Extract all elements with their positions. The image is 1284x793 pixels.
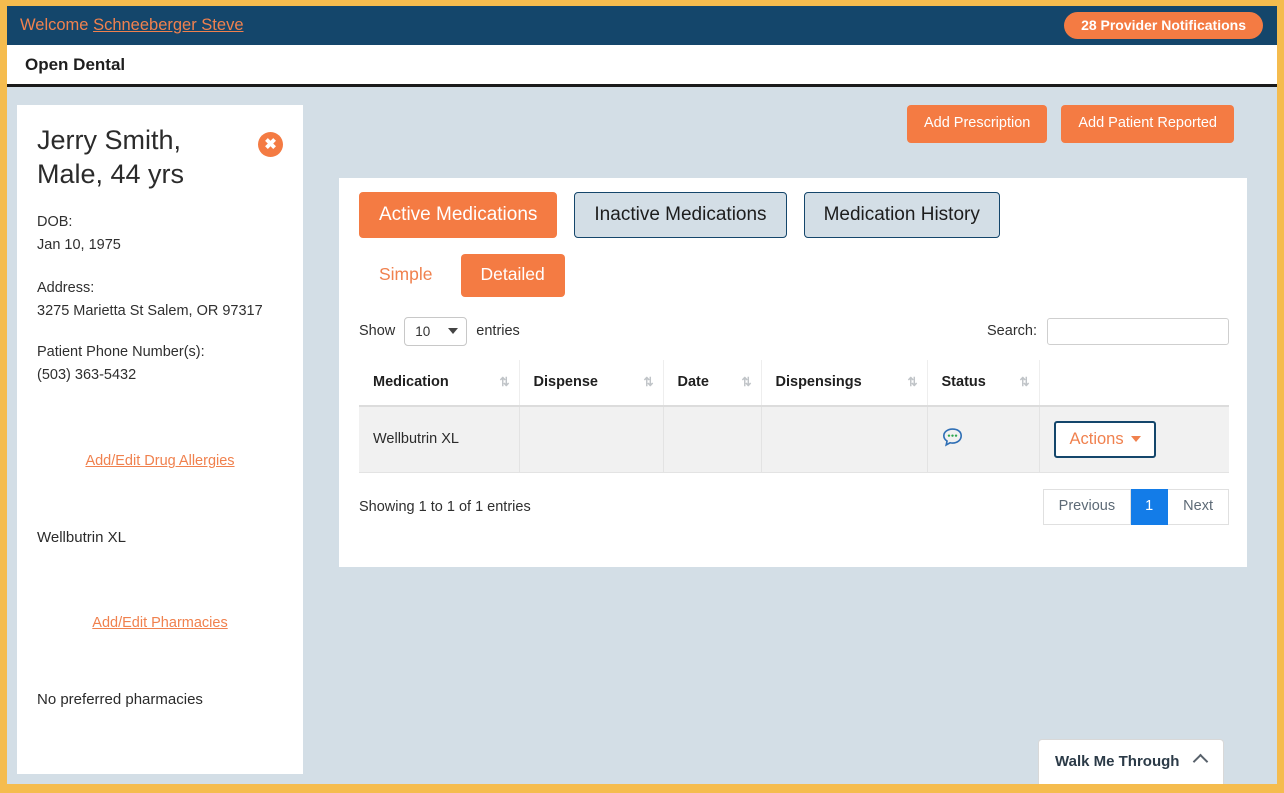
pagination-page-1[interactable]: 1: [1131, 489, 1169, 525]
primary-actions: Add Prescription Add Patient Reported: [906, 105, 1234, 143]
header-label-dispense: Dispense: [533, 373, 598, 390]
allergy-list-item: Wellbutrin XL: [37, 529, 126, 547]
pagination: Previous 1 Next: [1042, 489, 1229, 525]
header-label-dispensings: Dispensings: [775, 373, 862, 390]
patient-info-sidebar: Jerry Smith, Male, 44 yrs ✖ DOB: Jan 10,…: [17, 105, 303, 774]
column-header-status[interactable]: Status ⇅: [926, 359, 1039, 407]
phone-value: (503) 363-5432: [37, 366, 137, 383]
search-label: Search:: [987, 323, 1037, 339]
pagination-next[interactable]: Next: [1168, 489, 1229, 525]
actions-label: Actions: [1069, 429, 1124, 448]
medications-card: Active Medications Inactive Medications …: [339, 178, 1247, 567]
tab-inactive-medications[interactable]: Inactive Medications: [574, 192, 787, 238]
pagination-previous[interactable]: Previous: [1042, 489, 1132, 525]
page-length-value: 10: [415, 323, 431, 339]
dob-label: DOB:: [37, 213, 73, 230]
sort-icon: ⇅: [907, 374, 917, 389]
phone-label: Patient Phone Number(s):: [37, 343, 205, 360]
column-header-actions: [1038, 359, 1229, 407]
tab-active-medications[interactable]: Active Medications: [359, 192, 558, 238]
add-patient-reported-button[interactable]: Add Patient Reported: [1061, 105, 1234, 143]
preferred-pharmacy-status: No preferred pharmacies: [37, 691, 203, 709]
add-edit-drug-allergies-link[interactable]: Add/Edit Drug Allergies: [37, 453, 283, 469]
welcome-prefix: Welcome: [20, 16, 94, 34]
pharmacies-section: Add/Edit Pharmacies: [37, 615, 283, 631]
page-length-select[interactable]: 10: [404, 316, 468, 346]
table-controls: Show 10 entries Search:: [359, 316, 1229, 346]
tab-medication-history[interactable]: Medication History: [803, 192, 1000, 238]
view-mode-toggle: Simple Detailed: [359, 254, 1229, 297]
subtab-detailed[interactable]: Detailed: [460, 254, 565, 297]
top-navigation-bar: Welcome Schneeberger Steve 28 Provider N…: [7, 6, 1277, 45]
column-header-date[interactable]: Date ⇅: [662, 359, 761, 407]
cell-dispense: [518, 405, 663, 473]
column-header-dispensings[interactable]: Dispensings ⇅: [760, 359, 927, 407]
walk-me-through-label: Walk Me Through: [1055, 753, 1180, 770]
table-footer: Showing 1 to 1 of 1 entries Previous 1 N…: [359, 489, 1229, 525]
subtab-simple[interactable]: Simple: [359, 254, 453, 297]
drug-allergies-section: Add/Edit Drug Allergies: [37, 453, 283, 469]
provider-notifications-badge[interactable]: 28 Provider Notifications: [1064, 12, 1263, 39]
application-title-bar: Open Dental: [7, 45, 1277, 87]
chevron-down-icon: [448, 328, 459, 334]
show-label: Show: [359, 323, 396, 339]
table-head: Medication ⇅ Dispense ⇅ Date ⇅ Dispensings ⇅: [359, 359, 1229, 407]
cell-medication: Wellbutrin XL: [359, 405, 519, 473]
show-entries-control: Show 10 entries: [359, 316, 520, 346]
comment-bubble-icon[interactable]: [942, 427, 963, 452]
sort-icon: ⇅: [1019, 374, 1029, 389]
showing-entries-text: Showing 1 to 1 of 1 entries: [359, 498, 531, 515]
column-header-dispense[interactable]: Dispense ⇅: [518, 359, 663, 407]
actions-dropdown-button[interactable]: Actions: [1053, 420, 1156, 458]
cell-status: [926, 405, 1039, 473]
page-title: Open Dental: [25, 54, 126, 74]
header-label-medication: Medication: [373, 373, 449, 390]
patient-address: Address: 3275 Marietta St Salem, OR 9731…: [37, 277, 283, 324]
sort-icon: ⇅: [499, 374, 509, 389]
welcome-message: Welcome Schneeberger Steve: [20, 16, 244, 35]
chevron-up-icon[interactable]: [1192, 753, 1209, 770]
table-body: Wellbutrin XL Actions: [359, 405, 1229, 473]
patient-header: Jerry Smith, Male, 44 yrs ✖: [37, 123, 283, 192]
add-edit-pharmacies-link[interactable]: Add/Edit Pharmacies: [37, 615, 283, 631]
page-body: Jerry Smith, Male, 44 yrs ✖ DOB: Jan 10,…: [7, 87, 1277, 784]
patient-phone: Patient Phone Number(s): (503) 363-5432: [37, 341, 283, 388]
app-frame: Welcome Schneeberger Steve 28 Provider N…: [0, 0, 1284, 793]
table-header-row: Medication ⇅ Dispense ⇅ Date ⇅ Dispensings ⇅: [359, 359, 1229, 407]
search-input[interactable]: [1047, 317, 1229, 345]
chevron-down-icon: [1130, 435, 1141, 442]
search-control: Search:: [987, 317, 1229, 345]
cell-actions: Actions: [1038, 405, 1229, 473]
table-row: Wellbutrin XL Actions: [359, 405, 1229, 473]
user-name-link[interactable]: Schneeberger Steve: [93, 16, 243, 34]
header-label-status: Status: [941, 373, 986, 390]
cell-date: [662, 405, 761, 473]
entries-label: entries: [476, 323, 520, 339]
header-label-date: Date: [677, 373, 709, 390]
patient-name: Jerry Smith, Male, 44 yrs: [37, 125, 185, 190]
walk-me-through-widget[interactable]: Walk Me Through: [1038, 739, 1224, 784]
sort-icon: ⇅: [643, 374, 653, 389]
medication-tabs: Active Medications Inactive Medications …: [359, 192, 1229, 238]
add-prescription-button[interactable]: Add Prescription: [906, 105, 1048, 143]
address-label: Address:: [37, 279, 95, 296]
medications-table: Medication ⇅ Dispense ⇅ Date ⇅ Dispensings ⇅: [359, 359, 1229, 473]
patient-dob: DOB: Jan 10, 1975: [37, 211, 283, 258]
close-icon[interactable]: ✖: [258, 132, 283, 157]
column-header-medication[interactable]: Medication ⇅: [359, 359, 519, 407]
sort-icon: ⇅: [741, 374, 751, 389]
address-value: 3275 Marietta St Salem, OR 97317: [37, 303, 263, 320]
cell-dispensings: [760, 405, 927, 473]
dob-value: Jan 10, 1975: [37, 237, 121, 254]
